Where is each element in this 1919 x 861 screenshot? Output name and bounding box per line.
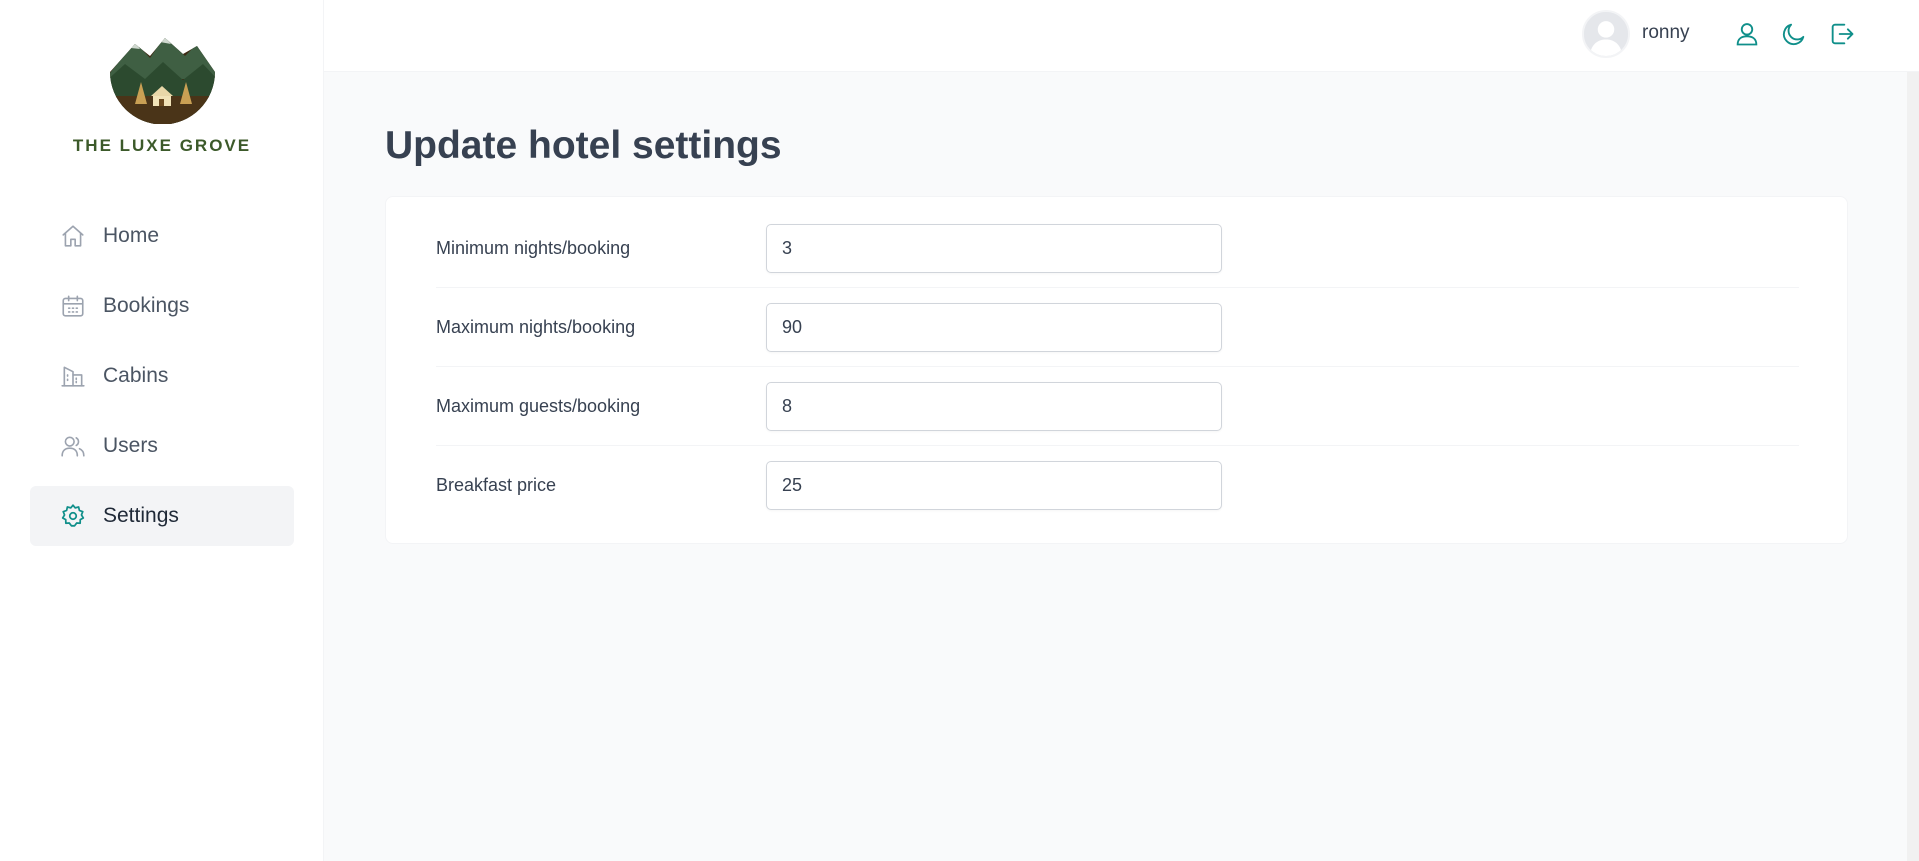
users-icon (60, 433, 86, 459)
max-nights-input[interactable] (766, 302, 1222, 352)
sidebar-item-label: Users (103, 434, 158, 457)
sidebar-item-label: Settings (103, 504, 179, 527)
setting-row-max-nights: Maximum nights/booking (436, 288, 1799, 367)
user-icon[interactable] (1733, 20, 1761, 48)
sidebar-item-label: Home (103, 224, 160, 247)
page-title: Update hotel settings (385, 124, 782, 167)
breakfast-price-label: Breakfast price (436, 475, 557, 495)
max-guests-label: Maximum guests/booking (436, 395, 641, 416)
logout-icon[interactable] (1828, 20, 1856, 48)
breakfast-price-input[interactable] (766, 461, 1222, 510)
sidebar-item-label: Cabins (103, 364, 169, 387)
min-nights-label: Minimum nights/booking (436, 237, 631, 258)
min-nights-input[interactable] (766, 223, 1222, 273)
top-header: ronny (324, 0, 1919, 72)
sidebar: THE LUXE GROVE Home Bookings Cabins User… (0, 0, 324, 861)
setting-row-max-guests: Maximum guests/booking (436, 367, 1799, 446)
sidebar-nav: Home Bookings Cabins Users Settings (30, 206, 294, 556)
settings-form: Minimum nights/booking Maximum nights/bo… (385, 196, 1848, 544)
luxe-grove-logo (105, 34, 220, 125)
sidebar-item-label: Bookings (103, 294, 190, 317)
sidebar-item-cabins[interactable]: Cabins (30, 346, 294, 406)
max-guests-input[interactable] (766, 381, 1222, 431)
brand-name: THE LUXE GROVE (72, 136, 252, 155)
calendar-icon (60, 293, 86, 319)
username: ronny (1642, 22, 1690, 43)
gear-icon (60, 503, 86, 529)
app-root: THE LUXE GROVE Home Bookings Cabins User… (0, 0, 1919, 861)
building-icon (60, 363, 86, 389)
max-nights-label: Maximum nights/booking (436, 316, 636, 337)
sidebar-item-users[interactable]: Users (30, 416, 294, 476)
sidebar-item-settings[interactable]: Settings (30, 486, 294, 546)
setting-row-breakfast-price: Breakfast price (436, 446, 1799, 525)
sidebar-item-home[interactable]: Home (30, 206, 294, 266)
scrollbar[interactable] (1907, 72, 1919, 861)
sidebar-item-bookings[interactable]: Bookings (30, 276, 294, 336)
avatar[interactable] (1582, 10, 1630, 58)
setting-row-min-nights: Minimum nights/booking (436, 209, 1799, 288)
moon-icon[interactable] (1780, 20, 1808, 48)
home-icon (60, 223, 86, 249)
